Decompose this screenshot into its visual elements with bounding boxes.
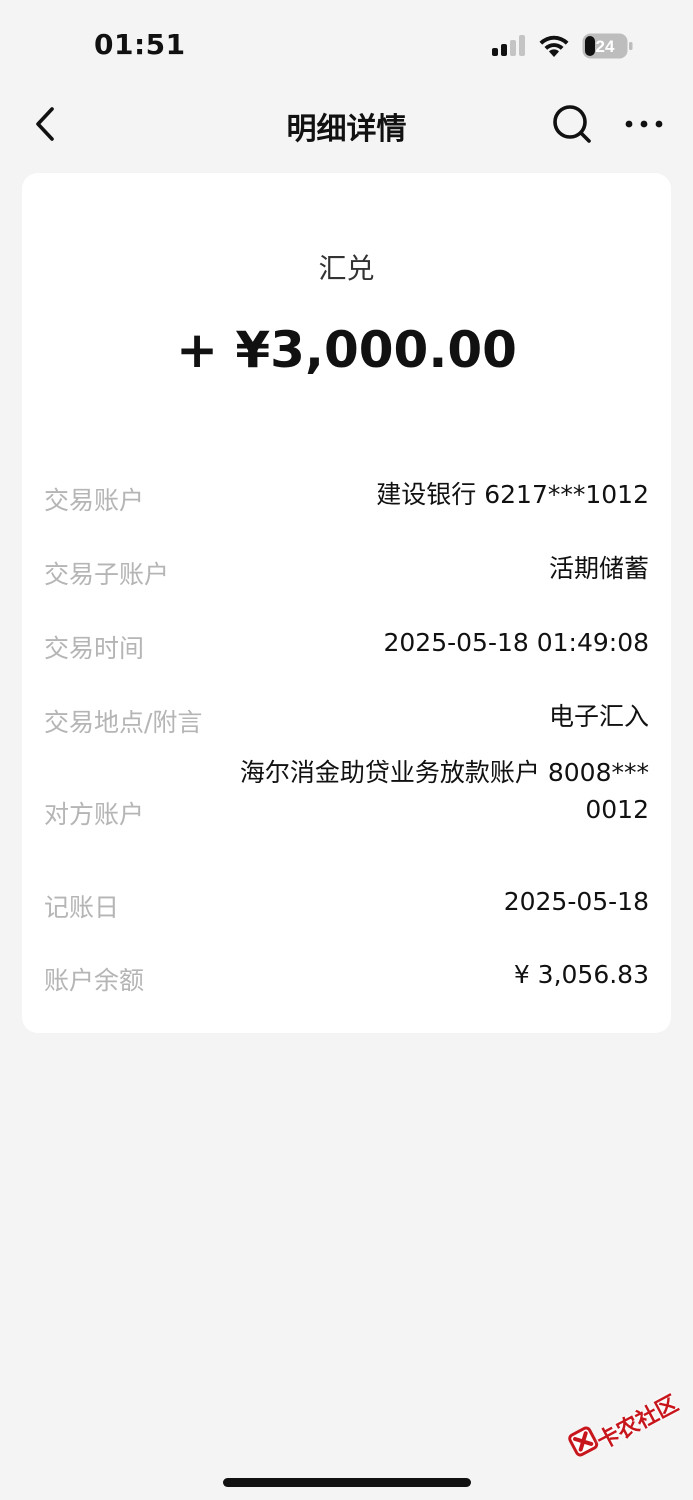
detail-value: 活期储蓄	[548, 554, 649, 583]
detail-value: 电子汇入	[548, 702, 649, 731]
cellular-signal-icon	[492, 35, 525, 56]
status-bar: 01:51 24	[0, 0, 693, 90]
search-icon[interactable]	[550, 102, 594, 146]
detail-label: 对方账户	[44, 800, 145, 829]
watermark-text: 卡农社区	[593, 1391, 683, 1455]
transaction-amount: + ¥3,000.00	[176, 321, 517, 379]
detail-value-line1: 海尔消金助贷业务放款账户 8008***	[239, 758, 649, 787]
detail-label: 交易子账户	[44, 560, 170, 589]
battery-icon: 24	[582, 33, 633, 59]
battery-level: 24	[596, 37, 615, 56]
detail-value: 2025-05-18	[503, 887, 649, 916]
detail-value: 建设银行 6217***1012	[376, 480, 649, 509]
detail-value: 2025-05-18 01:49:08	[383, 628, 649, 657]
detail-value: ¥ 3,056.83	[513, 960, 649, 989]
detail-label: 交易地点/附言	[44, 708, 203, 737]
wifi-icon	[539, 35, 569, 57]
nav-bar: 明细详情	[0, 90, 693, 160]
home-indicator[interactable]	[223, 1478, 471, 1487]
detail-value-line2: 0012	[585, 795, 649, 824]
detail-label: 交易账户	[44, 486, 145, 515]
more-icon[interactable]	[622, 112, 666, 136]
watermark-logo: 卡农社区	[557, 1373, 683, 1482]
detail-label: 交易时间	[44, 634, 145, 663]
transaction-detail-card: 汇兑 + ¥3,000.00 交易账户 建设银行 6217***1012 交易子…	[22, 173, 671, 1033]
status-time: 01:51	[94, 28, 186, 61]
detail-label: 账户余额	[44, 966, 145, 995]
detail-label: 记账日	[44, 893, 120, 922]
transaction-type: 汇兑	[318, 252, 375, 285]
